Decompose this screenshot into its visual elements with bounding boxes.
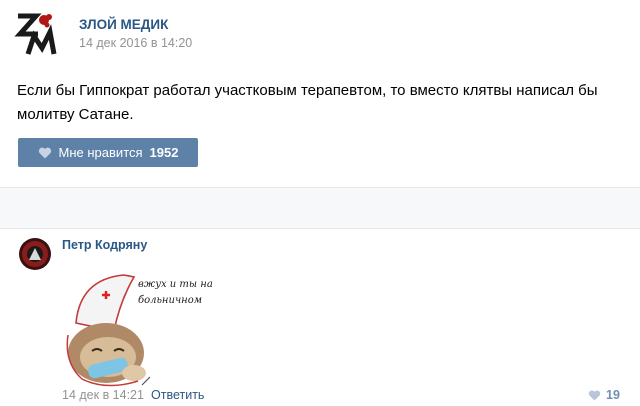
sticker-image: вжух и ты на больничном [62, 265, 222, 393]
comment-like-count: 19 [606, 388, 620, 402]
like-count: 1952 [149, 145, 179, 160]
comment: Петр Кодряну вжух и ты на больничном 14 … [0, 229, 640, 406]
like-button[interactable]: Мне нравится 1952 [18, 138, 198, 167]
heart-icon [588, 390, 601, 401]
comment-like-button[interactable]: 19 [588, 388, 620, 402]
section-gap [0, 188, 640, 228]
group-avatar[interactable] [14, 10, 62, 58]
heart-icon [38, 147, 51, 158]
post-text: Если бы Гиппократ работал участковым тер… [17, 82, 598, 123]
comment-author-link[interactable]: Петр Кодряну [62, 238, 147, 252]
avatar-image-icon [19, 238, 51, 270]
sticker-text-line1: вжух и ты на [138, 279, 213, 290]
reply-button[interactable]: Ответить [151, 388, 204, 402]
group-logo-icon [14, 13, 57, 55]
like-label: Мне нравится [58, 145, 143, 160]
commenter-avatar[interactable] [19, 238, 51, 270]
post-date[interactable]: 14 дек 2016 в 14:20 [79, 36, 192, 50]
post: ЗЛОЙ МЕДИК 14 дек 2016 в 14:20 Если бы Г… [0, 0, 640, 188]
group-name-link[interactable]: ЗЛОЙ МЕДИК [79, 17, 168, 32]
sticker-text-line2: больничном [138, 295, 203, 306]
comment-date[interactable]: 14 дек в 14:21 [62, 388, 144, 402]
